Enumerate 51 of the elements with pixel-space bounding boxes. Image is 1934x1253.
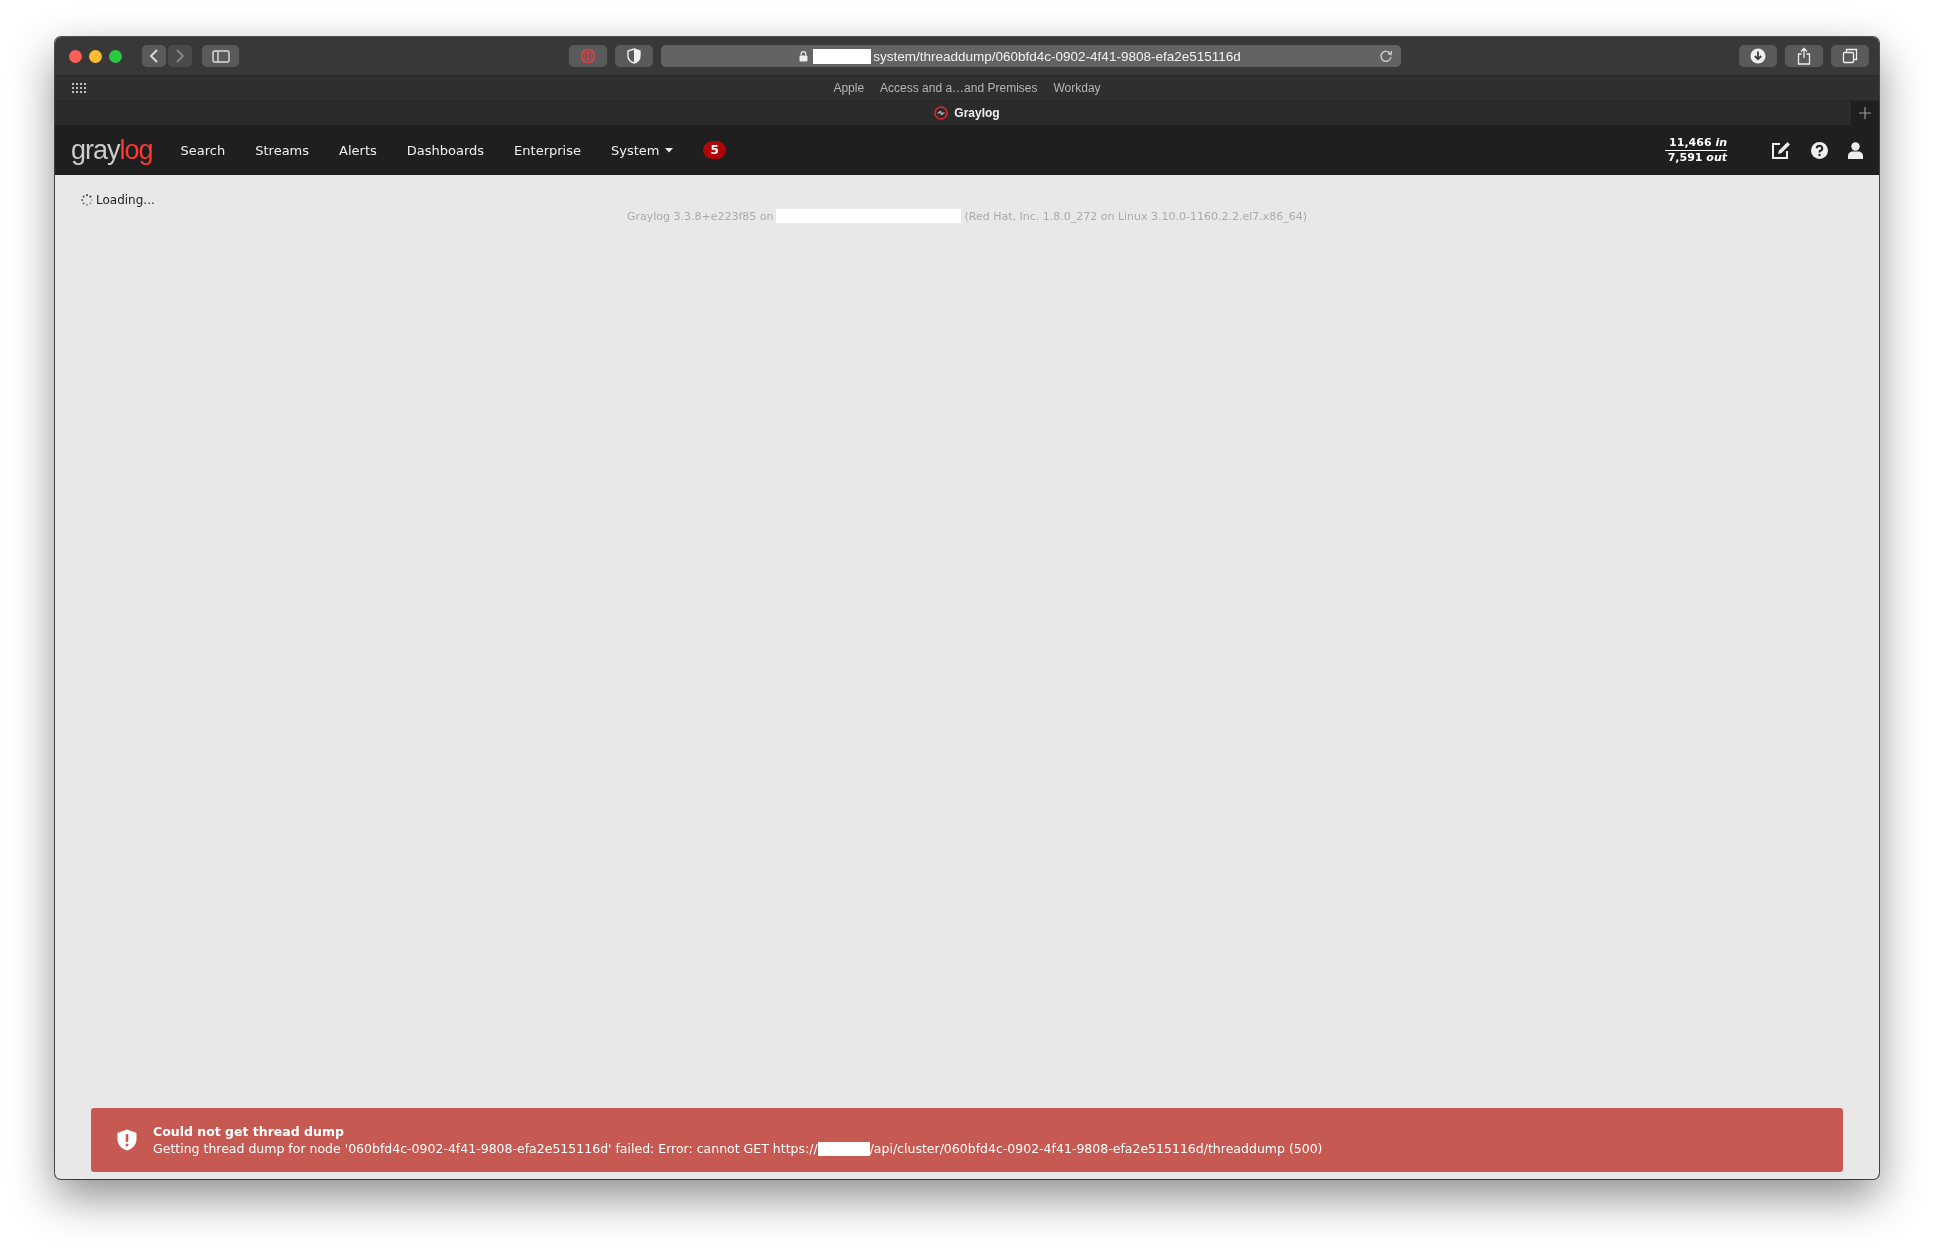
keyhole-circle-icon: [580, 48, 596, 64]
new-tab-button[interactable]: [1851, 101, 1879, 125]
share-button[interactable]: [1785, 45, 1823, 67]
privacy-button[interactable]: [615, 45, 653, 67]
graylog-logo[interactable]: graylog: [71, 134, 153, 166]
zoom-button[interactable]: [109, 49, 122, 63]
redacted-block: [813, 48, 872, 64]
nav-dropdown[interactable]: System: [610, 142, 674, 158]
forward-button[interactable]: [168, 45, 192, 67]
favicon-icon: [934, 106, 949, 120]
downloads-button[interactable]: [1739, 45, 1777, 67]
password-extension-button[interactable]: [569, 45, 607, 67]
redacted-block: [817, 1141, 870, 1156]
sidebar-button[interactable]: [202, 45, 239, 67]
alert-message: /api/cluster/060bfd4c-0902-4f41-9808-efa2e515116d/threaddump (500): [869, 1141, 1323, 1156]
chevron-right-icon: [175, 49, 185, 63]
back-button[interactable]: [142, 45, 166, 67]
throughput-counter[interactable]: 11,466 in 7,591 out: [1665, 135, 1727, 165]
caret-icon: [665, 147, 674, 153]
lock-icon: [799, 50, 809, 62]
user-icon[interactable]: [1848, 141, 1863, 159]
nav-link[interactable]: Enterprise: [514, 142, 581, 158]
nav-link[interactable]: Streams: [255, 142, 310, 158]
tabs-overview-button[interactable]: [1831, 45, 1869, 67]
notification-badge[interactable]: 5: [703, 141, 726, 159]
nav-link[interactable]: Alerts: [339, 142, 377, 158]
chevron-left-icon: [149, 49, 159, 63]
alert-message: Getting thread dump for node '060bfd4c-0902-4f41-9808-efa2e515116d' failed: Error: cannot GET https://: [153, 1141, 818, 1156]
shield-exclamation-icon: [117, 1129, 137, 1151]
alert-title: Could not get thread dump: [153, 1124, 345, 1139]
grid-icon[interactable]: [72, 83, 86, 93]
bookmark-link[interactable]: Workday: [1053, 81, 1101, 95]
close-button[interactable]: [69, 49, 82, 63]
edit-icon[interactable]: [1771, 140, 1791, 160]
plus-icon: [1859, 107, 1871, 119]
loading-text: Loading...: [96, 193, 155, 207]
url-text: system/threaddump/060bfd4c-0902-4f41-9808-efa2e515116d: [873, 48, 1241, 64]
sidebar-icon: [211, 49, 230, 63]
address-bar[interactable]: system/threaddump/060bfd4c-0902-4f41-9808-efa2e515116d: [661, 45, 1401, 67]
shield-icon: [627, 48, 641, 64]
nav-link[interactable]: Search: [180, 142, 226, 158]
share-icon: [1797, 47, 1811, 65]
nav-link[interactable]: Dashboards: [406, 142, 485, 158]
reload-icon[interactable]: [1379, 49, 1393, 63]
minimize-button[interactable]: [89, 49, 102, 63]
help-icon[interactable]: [1811, 141, 1828, 159]
spinner-icon: [81, 194, 93, 206]
download-icon: [1750, 48, 1766, 64]
bookmark-link[interactable]: Apple: [833, 81, 865, 95]
bookmark-link[interactable]: Access and a…and Premises: [880, 81, 1038, 95]
overlapping-squares-icon: [1842, 48, 1858, 64]
